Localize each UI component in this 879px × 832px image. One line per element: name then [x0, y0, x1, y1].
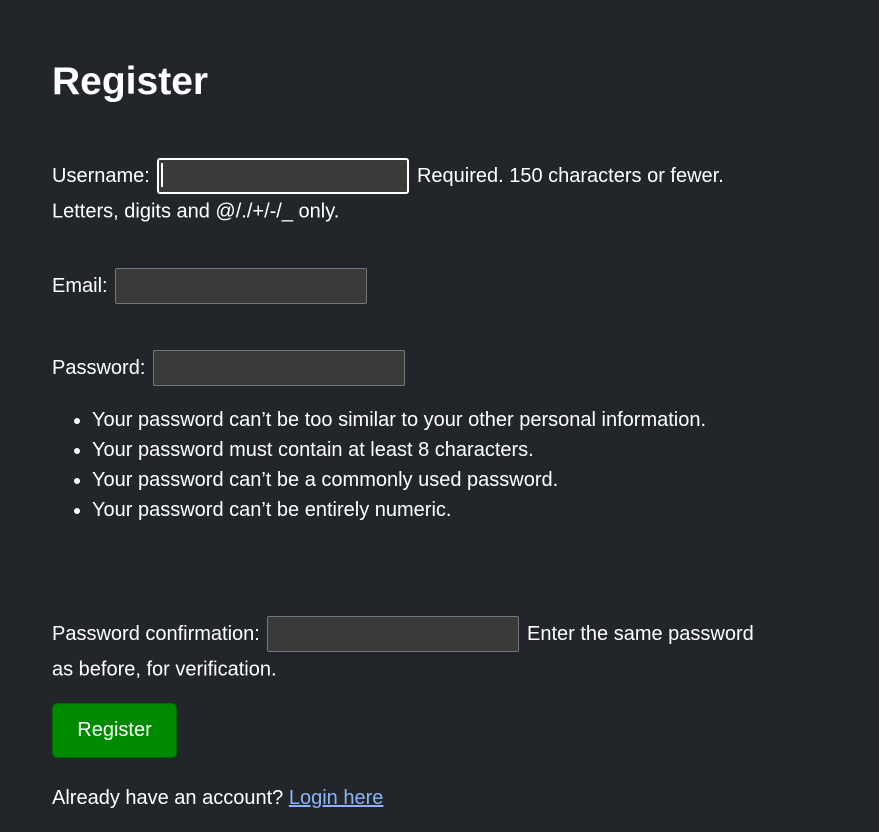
password-rules-list: Your password can’t be too similar to yo… [52, 405, 706, 525]
password-rule: Your password must contain at least 8 ch… [92, 435, 706, 465]
register-button[interactable]: Register [52, 703, 177, 758]
login-prompt: Already have an account? Login here [52, 784, 383, 812]
email-field-group: Email: [52, 268, 762, 304]
password-rule: Your password can’t be entirely numeric. [92, 495, 706, 525]
password-confirmation-label: Password confirmation: [52, 623, 260, 645]
email-label: Email: [52, 275, 108, 297]
password-rule: Your password can’t be a commonly used p… [92, 465, 706, 495]
password-field-group: Password: [52, 350, 762, 386]
text-cursor [161, 163, 164, 187]
login-link[interactable]: Login here [289, 787, 384, 809]
email-input[interactable] [115, 268, 368, 304]
username-input-wrap [155, 158, 411, 194]
login-prompt-text: Already have an account? [52, 787, 284, 809]
username-input[interactable] [157, 158, 410, 194]
username-field-group: Username: Required. 150 characters or fe… [52, 158, 762, 229]
password-label: Password: [52, 357, 146, 379]
password-confirmation-field-group: Password confirmation: Enter the same pa… [52, 616, 762, 687]
password-input[interactable] [152, 350, 405, 386]
password-confirmation-input[interactable] [267, 616, 520, 652]
username-label: Username: [52, 165, 150, 187]
page-title: Register [52, 60, 209, 103]
password-rule: Your password can’t be too similar to yo… [92, 405, 706, 435]
